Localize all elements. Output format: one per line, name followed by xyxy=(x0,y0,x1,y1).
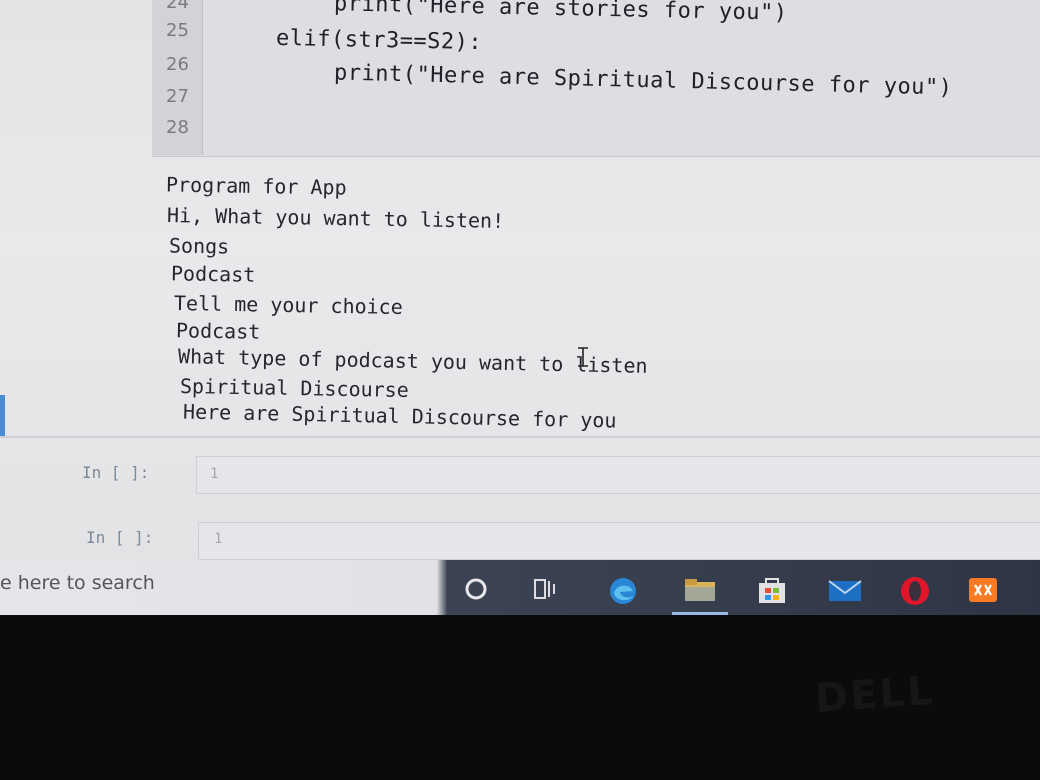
empty-code-cell[interactable] xyxy=(198,522,1040,560)
line-number: 25 xyxy=(166,20,189,41)
line-number: 28 xyxy=(166,117,189,138)
cell-line-number: 1 xyxy=(214,531,223,547)
cortana-icon[interactable] xyxy=(462,575,490,603)
output-line: Hi, What you want to listen! xyxy=(166,203,505,233)
cell-line-number: 1 xyxy=(210,466,219,482)
cell-prompt: In [ ]: xyxy=(86,528,154,547)
cell-divider xyxy=(0,436,1040,438)
store-icon[interactable] xyxy=(756,575,788,605)
output-line: Program for App xyxy=(165,172,347,200)
xampp-icon[interactable] xyxy=(966,575,1000,605)
cell-prompt: In [ ]: xyxy=(82,463,150,482)
text-cursor-icon xyxy=(578,347,588,367)
output-line: Podcast xyxy=(170,261,256,287)
empty-code-cell[interactable] xyxy=(196,456,1040,494)
output-line: Songs xyxy=(168,233,230,259)
line-number: 26 xyxy=(166,54,189,75)
line-number: 24 xyxy=(166,0,189,13)
selected-cell-indicator xyxy=(0,395,5,437)
output-line: Here are Spiritual Discourse for you xyxy=(182,399,617,433)
dell-logo: DELL xyxy=(813,667,936,723)
mail-icon[interactable] xyxy=(827,575,863,605)
file-explorer-icon[interactable] xyxy=(683,575,717,603)
output-line: Spiritual Discourse xyxy=(179,374,409,402)
opera-icon[interactable] xyxy=(898,575,932,609)
output-line: Tell me your choice xyxy=(173,291,403,319)
task-view-icon[interactable] xyxy=(530,575,558,603)
code-line[interactable]: elif(str3==S2): xyxy=(276,26,483,55)
active-app-indicator xyxy=(672,612,728,615)
output-line: Podcast xyxy=(175,318,261,344)
jupyter-notebook-screen: 24 25 26 27 28 print("Here are stories f… xyxy=(0,0,1040,615)
taskbar-search-box[interactable]: e here to search xyxy=(0,572,155,594)
edge-icon[interactable] xyxy=(606,575,640,607)
line-number: 27 xyxy=(166,86,189,107)
windows-taskbar xyxy=(0,560,1040,615)
